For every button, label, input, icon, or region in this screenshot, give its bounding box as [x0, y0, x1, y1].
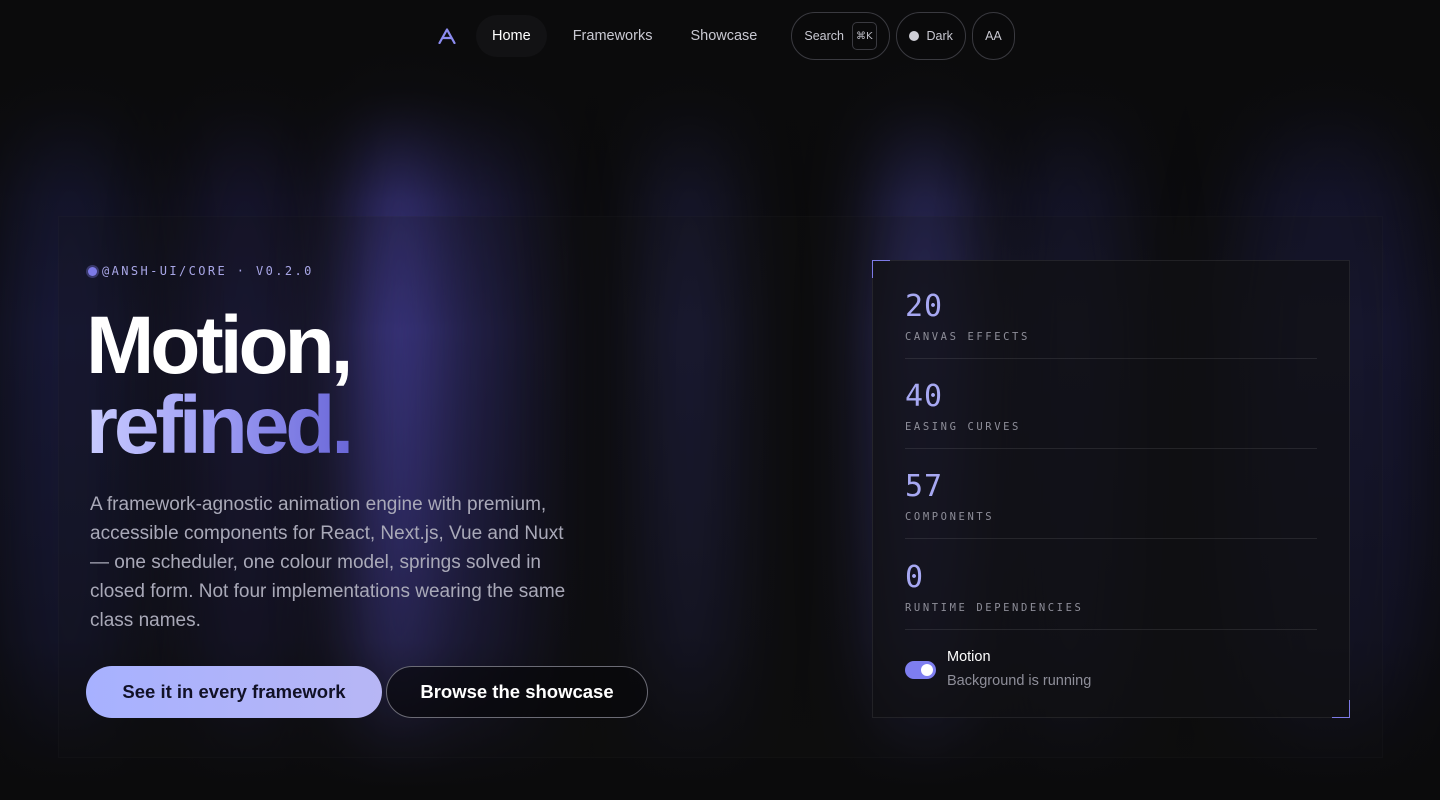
- stat-components: 57 COMPONENTS: [905, 449, 1317, 539]
- stat-label: COMPONENTS: [905, 511, 995, 523]
- nav-link-home[interactable]: Home: [476, 15, 547, 57]
- eyebrow-text: @ANSH-UI/CORE · V0.2.0: [102, 264, 314, 278]
- stat-runtime-dependencies: 0 RUNTIME DEPENDENCIES: [905, 540, 1317, 630]
- hero-description: A framework-agnostic animation engine wi…: [90, 494, 566, 631]
- motion-toggle-switch[interactable]: [905, 661, 936, 679]
- browse-showcase-button[interactable]: Browse the showcase: [386, 666, 648, 718]
- search-label: Search: [804, 29, 844, 43]
- stat-value: 40: [905, 379, 944, 414]
- stat-easing-curves: 40 EASING CURVES: [905, 359, 1317, 449]
- page: Home Frameworks Showcase Search ⌘K Dark …: [0, 0, 1440, 800]
- nav-link-frameworks[interactable]: Frameworks: [557, 15, 669, 57]
- status-dot-icon: [88, 266, 97, 276]
- search-shortcut-kbd: ⌘K: [851, 22, 877, 50]
- stat-label: CANVAS EFFECTS: [905, 331, 1030, 343]
- theme-toggle-button[interactable]: Dark: [895, 12, 966, 60]
- nav-link-showcase[interactable]: Showcase: [674, 15, 773, 57]
- card-corner-accent: [1332, 700, 1350, 718]
- top-nav: Home Frameworks Showcase Search ⌘K Dark …: [430, 12, 1015, 60]
- search-button[interactable]: Search ⌘K: [791, 12, 890, 60]
- theme-label: Dark: [926, 29, 953, 43]
- stat-value: 0: [905, 560, 925, 595]
- version-eyebrow: @ANSH-UI/CORE · V0.2.0: [88, 264, 314, 278]
- motion-setting: Motion Background is running: [905, 647, 1317, 697]
- stat-label: RUNTIME DEPENDENCIES: [905, 602, 1084, 614]
- hero-headline: Motion, refined.: [86, 300, 354, 471]
- stat-value: 20: [905, 289, 944, 324]
- stat-label: EASING CURVES: [905, 421, 1021, 433]
- see-every-framework-button[interactable]: See it in every framework: [86, 666, 382, 718]
- stat-canvas-effects: 20 CANVAS EFFECTS: [905, 269, 1317, 359]
- a-logo-icon[interactable]: [430, 19, 464, 53]
- motion-status: Background is running: [947, 673, 1092, 689]
- card-corner-accent: [872, 260, 890, 278]
- stat-value: 57: [905, 469, 944, 504]
- text-size-button[interactable]: AA: [971, 12, 1015, 60]
- motion-title: Motion: [947, 649, 991, 665]
- headline-line-2: refined.: [86, 380, 354, 471]
- stats-card: 20 CANVAS EFFECTS 40 EASING CURVES 57 CO…: [872, 260, 1350, 718]
- headline-line-1: Motion,: [86, 300, 353, 391]
- theme-dot-icon: [908, 31, 919, 41]
- toggle-knob: [921, 664, 933, 676]
